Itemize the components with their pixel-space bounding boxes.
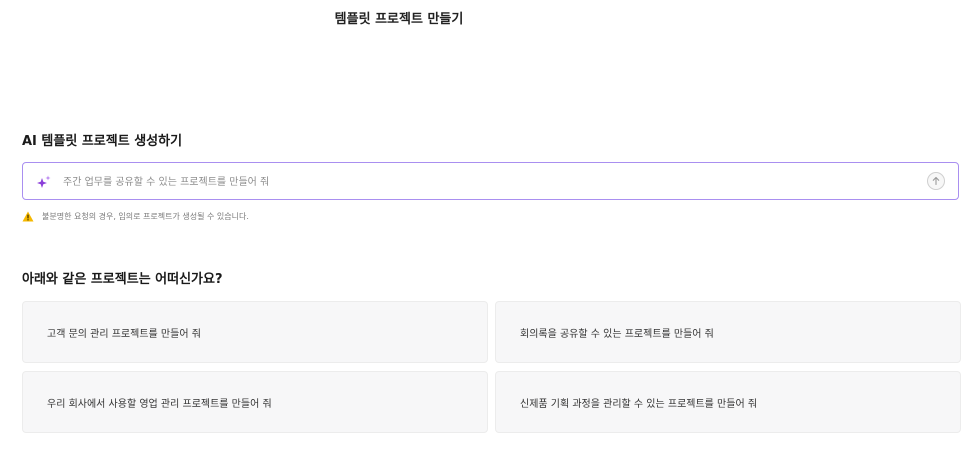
warning-notice: 불분명한 요청의 경우, 임의로 프로젝트가 생성될 수 있습니다.: [22, 211, 249, 222]
ai-section-title: AI 템플릿 프로젝트 생성하기: [22, 134, 183, 149]
warning-text: 불분명한 요청의 경우, 임의로 프로젝트가 생성될 수 있습니다.: [42, 212, 249, 221]
template-project-page: 템플릿 프로젝트 만들기 AI 템플릿 프로젝트 생성하기 불분명한 요청의 경…: [0, 0, 966, 475]
send-button[interactable]: [927, 172, 945, 190]
suggestions-title: 아래와 같은 프로젝트는 어떠신가요?: [22, 272, 223, 287]
suggestion-card[interactable]: 우리 회사에서 사용할 영업 관리 프로젝트를 만들어 줘: [22, 371, 488, 433]
warning-icon: [22, 211, 34, 222]
suggestion-text: 회의록을 공유할 수 있는 프로젝트를 만들어 줘: [520, 328, 714, 340]
suggestion-card[interactable]: 신제품 기획 과정을 관리할 수 있는 프로젝트를 만들어 줘: [495, 371, 961, 433]
page-title: 템플릿 프로젝트 만들기: [334, 12, 464, 27]
prompt-input[interactable]: [63, 172, 903, 192]
suggestion-card[interactable]: 회의록을 공유할 수 있는 프로젝트를 만들어 줘: [495, 301, 961, 363]
suggestion-text: 신제품 기획 과정을 관리할 수 있는 프로젝트를 만들어 줘: [520, 398, 758, 410]
suggestion-text: 고객 문의 관리 프로젝트를 만들어 줘: [47, 328, 201, 340]
prompt-box[interactable]: [22, 162, 959, 200]
suggestion-card[interactable]: 고객 문의 관리 프로젝트를 만들어 줘: [22, 301, 488, 363]
suggestion-text: 우리 회사에서 사용할 영업 관리 프로젝트를 만들어 줘: [47, 398, 272, 410]
arrow-up-icon: [932, 176, 940, 186]
sparkle-icon: [37, 175, 51, 188]
